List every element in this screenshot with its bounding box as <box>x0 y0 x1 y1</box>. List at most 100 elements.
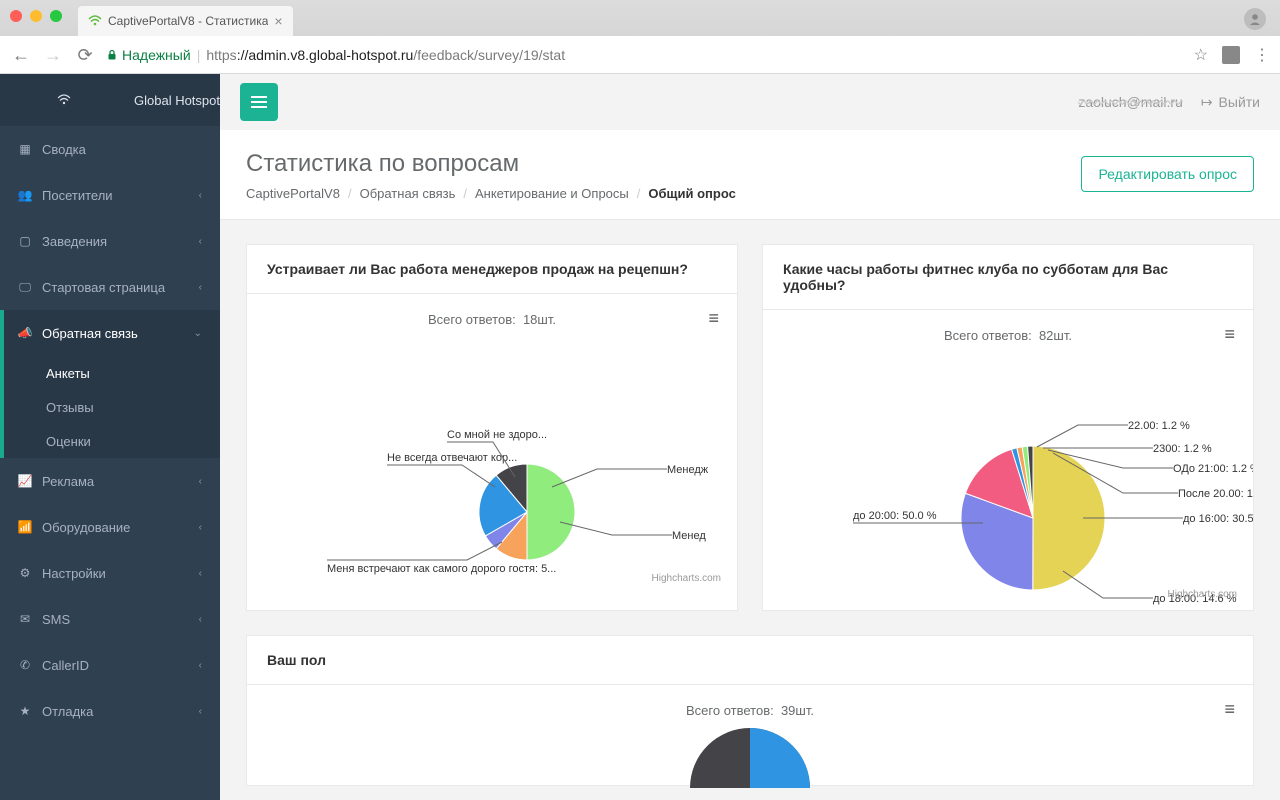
sidebar-item-10[interactable]: ★Отладка‹ <box>0 688 220 734</box>
survey-panel-1: Какие часы работы фитнес клуба по суббот… <box>762 244 1254 611</box>
sidebar-item-label: Оборудование <box>42 520 130 535</box>
chart-credit: Highcharts.com <box>652 573 721 584</box>
nav-icon: ⚙ <box>18 566 32 580</box>
chevron-left-icon: ‹ <box>199 282 202 293</box>
svg-text:до 16:00: 30.5 %: до 16:00: 30.5 % <box>1183 513 1253 525</box>
chart-menu-icon[interactable]: ≡ <box>1224 324 1235 345</box>
page-header: Статистика по вопросам CaptivePortalV8/О… <box>220 130 1280 220</box>
breadcrumb-link[interactable]: CaptivePortalV8 <box>246 186 340 201</box>
sidebar-item-4[interactable]: 📣 Обратная связь ⌄ <box>0 310 220 356</box>
chevron-left-icon: ‹ <box>199 660 202 671</box>
sidebar-item-label: Реклама <box>42 474 94 489</box>
pie-chart <box>267 728 1233 788</box>
chevron-left-icon: ‹ <box>199 568 202 579</box>
sidebar-item-label: Сводка <box>42 142 86 157</box>
nav-icon: ✉ <box>18 612 32 626</box>
sidebar-item-label: Заведения <box>42 234 107 249</box>
breadcrumb-link[interactable]: Обратная связь <box>360 186 456 201</box>
breadcrumb-link[interactable]: Анкетирование и Опросы <box>475 186 629 201</box>
chevron-left-icon: ‹ <box>199 190 202 201</box>
forward-button[interactable]: → <box>42 45 64 66</box>
star-icon[interactable]: ☆ <box>1194 45 1208 65</box>
sidebar-item-1[interactable]: 👥 Посетители ‹ <box>0 172 220 218</box>
close-window-icon[interactable] <box>10 10 22 22</box>
sidebar-item-0[interactable]: ▦ Сводка <box>0 126 220 172</box>
extension-icon[interactable] <box>1222 46 1240 64</box>
nav-icon: ★ <box>18 704 32 718</box>
sidebar-item-label: Посетители <box>42 188 113 203</box>
browser-chrome: CaptivePortalV8 - Статистика × ← → ⟳ Над… <box>0 0 1280 74</box>
wifi-icon <box>57 93 71 107</box>
edit-survey-button[interactable]: Редактировать опрос <box>1081 156 1254 192</box>
svg-text:Меня встречают как самого доро: Меня встречают как самого дорого гостя: … <box>327 563 556 575</box>
pie-chart: Меня встречают как самого дорого гостя: … <box>267 337 717 587</box>
url-field[interactable]: Надежный | https://admin.v8.global-hotsp… <box>106 47 1184 63</box>
browser-tab[interactable]: CaptivePortalV8 - Статистика × <box>78 6 293 36</box>
hamburger-icon <box>251 96 267 108</box>
chevron-left-icon: ‹ <box>199 476 202 487</box>
answers-count: Всего ответов: 18шт. <box>267 312 717 327</box>
chart-menu-icon[interactable]: ≡ <box>1224 699 1235 720</box>
tab-title: CaptivePortalV8 - Статистика <box>108 14 268 28</box>
submenu-item-2[interactable]: Оценки <box>0 424 220 458</box>
close-tab-icon[interactable]: × <box>274 13 282 29</box>
answers-count: Всего ответов: 82шт. <box>783 328 1233 343</box>
panel-title: Какие часы работы фитнес клуба по суббот… <box>763 245 1253 310</box>
sidebar-item-8[interactable]: ✉ SMS ‹ <box>0 596 220 642</box>
logout-link[interactable]: ↦ Выйти <box>1201 94 1260 111</box>
minimize-window-icon[interactable] <box>30 10 42 22</box>
sidebar-item-3[interactable]: 🖵 Стартовая страница ‹ <box>0 264 220 310</box>
sidebar-item-label: SMS <box>42 612 70 627</box>
nav-icon: 🖵 <box>18 280 32 295</box>
chevron-left-icon: ‹ <box>199 236 202 247</box>
survey-panel-2: Ваш пол Всего ответов: 39шт. ≡ <box>246 635 1254 786</box>
nav-icon: ✆ <box>18 658 32 672</box>
window-controls[interactable] <box>10 10 62 22</box>
breadcrumb-current: Общий опрос <box>648 186 735 201</box>
panels-grid: Устраивает ли Вас работа менеджеров прод… <box>220 220 1280 800</box>
back-button[interactable]: ← <box>10 45 32 66</box>
panel-title: Ваш пол <box>247 636 1253 685</box>
pie-chart: до 20:00: 50.0 %до 16:00: 30.5 %до 18:00… <box>783 353 1233 613</box>
chevron-left-icon: ‹ <box>199 522 202 533</box>
fullscreen-window-icon[interactable] <box>50 10 62 22</box>
submenu-item-0[interactable]: Анкеты <box>0 356 220 390</box>
tab-strip: CaptivePortalV8 - Статистика × <box>0 0 1280 36</box>
chevron-down-icon: ⌄ <box>194 328 202 339</box>
sidebar-item-label: Отладка <box>42 704 93 719</box>
chart-credit: Highcharts.com <box>1168 589 1237 600</box>
main-content: zaoluch@mail.ru ↦ Выйти Статистика по во… <box>220 74 1280 800</box>
chart-menu-icon[interactable]: ≡ <box>708 308 719 329</box>
submenu-item-1[interactable]: Отзывы <box>0 390 220 424</box>
nav-icon: 📣 <box>18 326 32 340</box>
svg-text:22.00: 1.2 %: 22.00: 1.2 % <box>1128 420 1190 432</box>
sidebar-item-2[interactable]: ▢ Заведения ‹ <box>0 218 220 264</box>
nav-icon: ▦ <box>18 142 32 156</box>
svg-text:ОДо 21:00: 1.2 %: ОДо 21:00: 1.2 % <box>1173 463 1253 475</box>
svg-text:Не всегда отвечают кор...: Не всегда отвечают кор... <box>387 452 517 464</box>
sidebar-item-label: CallerID <box>42 658 89 673</box>
sidebar-item-9[interactable]: ✆ CallerID ‹ <box>0 642 220 688</box>
brand-logo[interactable]: Global Hotspot <box>0 74 220 126</box>
address-bar: ← → ⟳ Надежный | https://admin.v8.global… <box>0 36 1280 74</box>
sidebar-item-5[interactable]: 📈Реклама‹ <box>0 458 220 504</box>
svg-text:до 20:00: 50.0 %: до 20:00: 50.0 % <box>853 510 937 522</box>
sidebar-item-label: Стартовая страница <box>42 280 165 295</box>
menu-icon[interactable]: ⋮ <box>1254 45 1270 65</box>
survey-panel-0: Устраивает ли Вас работа менеджеров прод… <box>246 244 738 611</box>
sidebar-item-label: Настройки <box>42 566 106 581</box>
toggle-sidebar-button[interactable] <box>240 83 278 121</box>
svg-text:Менедж: Менедж <box>667 464 709 476</box>
profile-avatar-icon[interactable] <box>1244 8 1266 30</box>
sidebar: Global Hotspot ▦ Сводка 👥 Посетители ‹ ▢ Завед… <box>0 74 220 800</box>
breadcrumb: CaptivePortalV8/Обратная связь/Анкетиров… <box>246 186 736 201</box>
sidebar-item-7[interactable]: ⚙ Настройки ‹ <box>0 550 220 596</box>
sidebar-item-6[interactable]: 📶Оборудование‹ <box>0 504 220 550</box>
svg-text:Со мной не здоро...: Со мной не здоро... <box>447 429 547 441</box>
nav-icon: 👥 <box>18 188 32 202</box>
sidebar-item-label: Обратная связь <box>42 326 138 341</box>
nav-icon: ▢ <box>18 234 32 248</box>
user-email: zaoluch@mail.ru <box>1078 94 1182 110</box>
chevron-left-icon: ‹ <box>199 614 202 625</box>
reload-button[interactable]: ⟳ <box>74 45 96 66</box>
